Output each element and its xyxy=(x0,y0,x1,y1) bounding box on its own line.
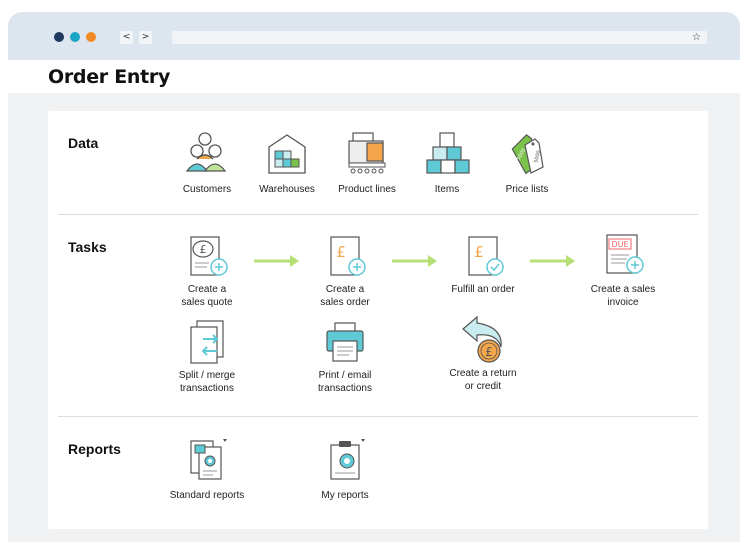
task-create-return-credit[interactable]: £ Create a return or credit xyxy=(428,313,538,393)
currency-symbol: £ xyxy=(485,345,493,359)
print-email-icon xyxy=(326,322,364,362)
sales-order-icon: £ xyxy=(330,236,366,276)
return-credit-icon: £ xyxy=(462,315,502,363)
task-label: Print / email transactions xyxy=(318,370,372,394)
close-window-button[interactable] xyxy=(54,32,64,42)
task-create-sales-order[interactable]: £ Create a sales order xyxy=(290,233,400,309)
currency-symbol: £ xyxy=(200,243,207,256)
task-print-email[interactable]: Print / email transactions xyxy=(290,319,400,395)
maximize-window-button[interactable] xyxy=(86,32,96,42)
product-lines-icon xyxy=(348,132,386,174)
my-reports-icon xyxy=(330,439,365,480)
fulfill-order-icon: £ xyxy=(468,236,504,276)
section-divider xyxy=(58,416,698,417)
forward-button[interactable]: > xyxy=(139,31,152,44)
task-label: Create a sales quote xyxy=(181,284,233,308)
task-label: Create a sales order xyxy=(320,284,370,308)
bookmark-star-icon[interactable]: ☆ xyxy=(692,31,701,44)
currency-symbol: £ xyxy=(474,243,484,261)
task-create-sales-quote[interactable]: £ Create a sales quote xyxy=(152,233,262,309)
task-label: Create a return or credit xyxy=(449,368,517,392)
data-item-price-lists[interactable]: 5000 5000 Price lists xyxy=(472,129,582,196)
section-divider xyxy=(58,214,698,215)
task-fulfill-order[interactable]: £ Fulfill an order xyxy=(428,233,538,296)
customers-icon xyxy=(185,132,227,172)
window-controls xyxy=(54,32,96,42)
task-label: Fulfill an order xyxy=(451,284,515,295)
task-label: Create a sales invoice xyxy=(590,284,656,308)
sales-invoice-icon: DUE xyxy=(606,234,644,274)
due-badge: DUE xyxy=(611,240,628,249)
section-label-data: Data xyxy=(68,135,99,151)
currency-symbol: £ xyxy=(336,243,346,261)
task-split-merge[interactable]: Split / merge transactions xyxy=(152,319,262,395)
report-label: Standard reports xyxy=(169,490,245,501)
page-title: Order Entry xyxy=(48,66,171,88)
sales-quote-icon: £ xyxy=(190,236,228,276)
standard-reports-icon xyxy=(190,439,227,480)
data-item-label: Warehouses xyxy=(259,184,315,195)
report-label: My reports xyxy=(321,490,369,501)
task-create-sales-invoice[interactable]: DUE Create a sales invoice xyxy=(568,233,678,309)
price-lists-icon: 5000 5000 xyxy=(511,134,544,175)
minimize-window-button[interactable] xyxy=(70,32,80,42)
data-item-label: Price lists xyxy=(505,184,549,195)
report-my-reports[interactable]: My reports xyxy=(290,437,400,502)
data-item-label: Items xyxy=(434,184,460,195)
section-label-reports: Reports xyxy=(68,441,121,457)
report-standard-reports[interactable]: Standard reports xyxy=(152,437,262,502)
task-label: Split / merge transactions xyxy=(178,370,236,394)
data-item-label: Product lines xyxy=(338,184,396,195)
items-icon xyxy=(426,132,470,174)
address-bar[interactable]: ☆ xyxy=(172,31,707,44)
data-item-label: Customers xyxy=(182,184,232,195)
section-label-tasks: Tasks xyxy=(68,239,107,255)
back-button[interactable]: < xyxy=(120,31,133,44)
warehouses-icon xyxy=(268,134,306,174)
order-entry-panel: Data Customers Warehouses Product lines … xyxy=(48,111,708,529)
browser-chrome: < > ☆ xyxy=(8,12,740,60)
split-merge-icon xyxy=(190,320,224,364)
